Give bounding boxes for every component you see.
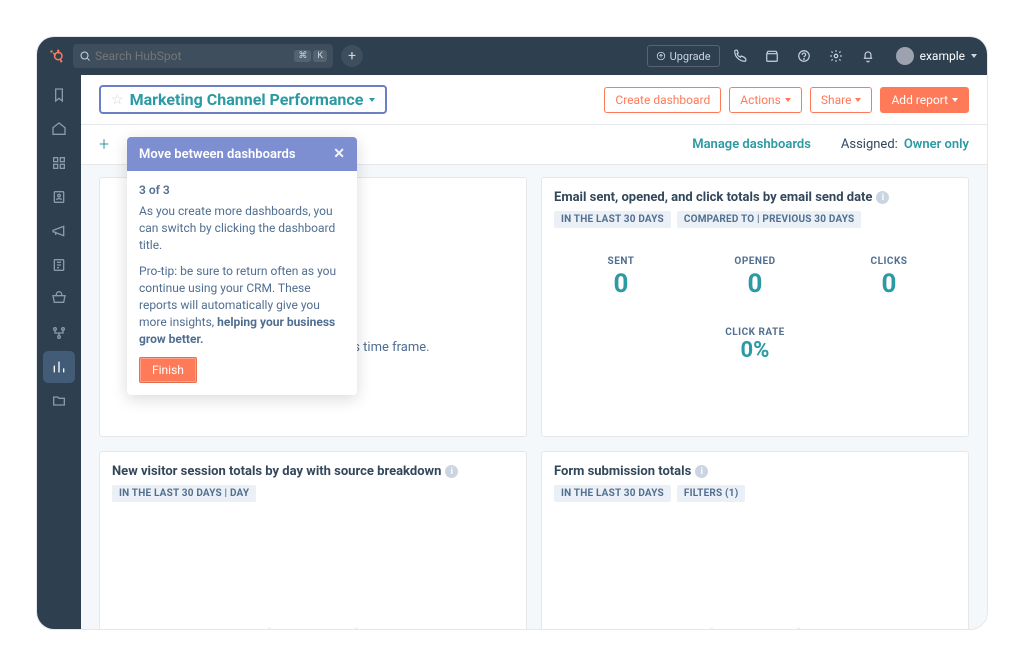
- settings-icon[interactable]: [824, 44, 848, 68]
- search-icon: [79, 50, 91, 62]
- popover-header: Move between dashboards ✕: [127, 137, 357, 171]
- chevron-down-icon: [369, 98, 375, 102]
- marketplace-icon[interactable]: [760, 44, 784, 68]
- popover-text: Pro-tip: be sure to return often as you …: [139, 263, 345, 347]
- card-title: New visitor session totals by day with s…: [112, 464, 441, 479]
- filter-pill[interactable]: IN THE LAST 30 DAYS | DAY: [112, 485, 256, 502]
- filter-pill[interactable]: IN THE LAST 30 DAYS: [554, 485, 671, 502]
- empty-illustration-icon: [268, 628, 358, 629]
- manage-dashboards-link[interactable]: Manage dashboards: [692, 137, 811, 152]
- grid-icon[interactable]: [43, 147, 75, 179]
- reporting-icon[interactable]: [43, 351, 75, 383]
- assigned-label: Assigned:: [841, 137, 898, 152]
- card-title: Email sent, opened, and click totals by …: [554, 190, 872, 205]
- app-window: ⌘K + Upgrade example: [36, 36, 988, 630]
- filter-pill[interactable]: IN THE LAST 30 DAYS: [554, 211, 671, 228]
- metric-label: SENT: [554, 256, 688, 267]
- share-menu[interactable]: Share: [810, 87, 873, 113]
- notifications-icon[interactable]: [856, 44, 880, 68]
- create-dashboard-button[interactable]: Create dashboard: [604, 87, 721, 113]
- plus-icon: +: [348, 48, 356, 64]
- kbd-shortcut: ⌘K: [294, 50, 327, 62]
- topbar: ⌘K + Upgrade example: [37, 37, 987, 75]
- report-card-forms: Form submission totals i IN THE LAST 30 …: [541, 451, 969, 629]
- content-icon[interactable]: [43, 249, 75, 281]
- metric-value: 0: [554, 269, 688, 299]
- left-sidebar: [37, 75, 81, 629]
- card-title: Form submission totals: [554, 464, 691, 479]
- popover-title: Move between dashboards: [139, 147, 296, 162]
- chevron-down-icon: [855, 98, 861, 102]
- home-icon[interactable]: [43, 113, 75, 145]
- star-icon: ☆: [111, 92, 124, 108]
- close-icon[interactable]: ✕: [333, 146, 345, 162]
- add-report-button[interactable]: Add report: [880, 87, 969, 113]
- chevron-down-icon: [971, 54, 977, 58]
- dashboard-title: Marketing Channel Performance: [130, 90, 364, 109]
- add-filter-button[interactable]: +: [99, 134, 109, 155]
- chevron-down-icon: [785, 98, 791, 102]
- contacts-icon[interactable]: [43, 181, 75, 213]
- chevron-down-icon: [952, 98, 958, 102]
- step-indicator: 3 of 3: [139, 183, 345, 197]
- user-name: example: [920, 49, 965, 63]
- metric-label: CLICK RATE: [554, 327, 956, 338]
- report-card-email: Email sent, opened, and click totals by …: [541, 177, 969, 437]
- account-menu[interactable]: example: [888, 47, 977, 65]
- dashboard-switcher[interactable]: ☆ Marketing Channel Performance: [99, 85, 387, 114]
- phone-icon[interactable]: [728, 44, 752, 68]
- report-card-visitors: New visitor session totals by day with s…: [99, 451, 527, 629]
- upgrade-arrow-icon: [656, 51, 666, 61]
- upgrade-button[interactable]: Upgrade: [647, 45, 720, 67]
- filter-pill[interactable]: FILTERS (1): [677, 485, 746, 502]
- dashboard-header: ☆ Marketing Channel Performance Create d…: [81, 75, 987, 125]
- empty-illustration-icon: [710, 628, 800, 629]
- metric-value: 0: [688, 269, 822, 299]
- help-icon[interactable]: [792, 44, 816, 68]
- library-icon[interactable]: [43, 385, 75, 417]
- metric-value: 0%: [554, 338, 956, 363]
- hubspot-logo-icon: [47, 47, 65, 65]
- user-avatar: [896, 47, 914, 65]
- marketing-icon[interactable]: [43, 215, 75, 247]
- commerce-icon[interactable]: [43, 283, 75, 315]
- assigned-value[interactable]: Owner only: [904, 137, 969, 152]
- onboarding-popover: Move between dashboards ✕ 3 of 3 As you …: [127, 137, 357, 395]
- info-icon[interactable]: i: [445, 465, 458, 478]
- main-content: ☆ Marketing Channel Performance Create d…: [81, 75, 987, 629]
- metric-label: OPENED: [688, 256, 822, 267]
- actions-menu[interactable]: Actions: [729, 87, 802, 113]
- search-input[interactable]: [95, 49, 290, 63]
- metric-value: 0: [822, 269, 956, 299]
- info-icon[interactable]: i: [695, 465, 708, 478]
- create-button[interactable]: +: [341, 45, 363, 67]
- finish-button[interactable]: Finish: [139, 357, 197, 383]
- filter-pill[interactable]: COMPARED TO | PREVIOUS 30 DAYS: [677, 211, 862, 228]
- upgrade-label: Upgrade: [670, 50, 711, 63]
- metric-label: CLICKS: [822, 256, 956, 267]
- global-search[interactable]: ⌘K: [73, 44, 333, 68]
- info-icon[interactable]: i: [876, 191, 889, 204]
- popover-text: As you create more dashboards, you can s…: [139, 203, 345, 253]
- automation-icon[interactable]: [43, 317, 75, 349]
- bookmark-icon[interactable]: [43, 79, 75, 111]
